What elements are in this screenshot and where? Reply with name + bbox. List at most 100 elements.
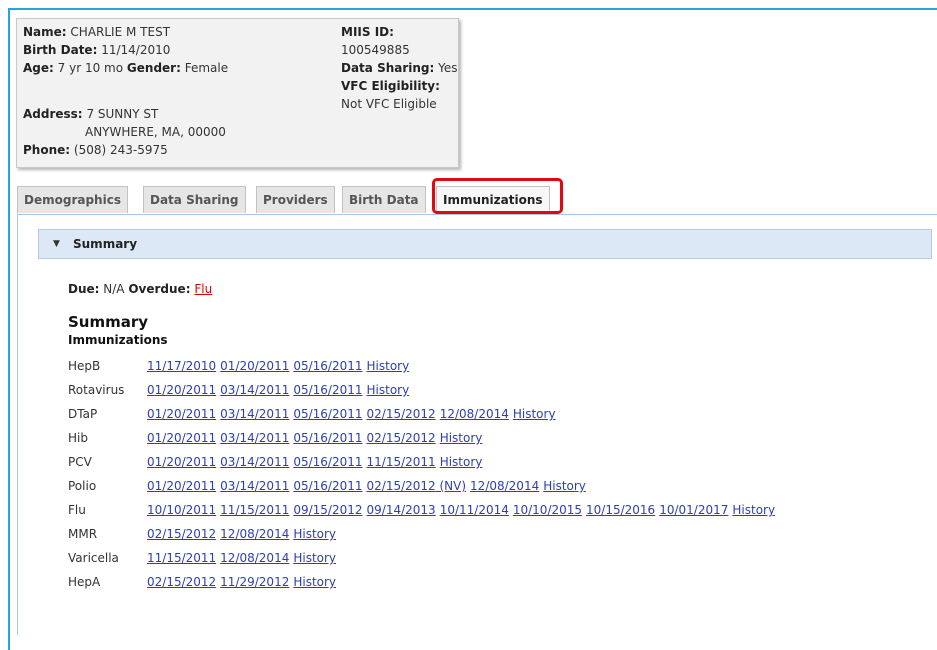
vaccine-name: Varicella [68,551,119,565]
tab-highlight-outline [432,178,563,214]
history-link[interactable]: History [440,431,483,445]
vaccine-name: MMR [68,527,98,541]
vaccine-name: Hib [68,431,88,445]
dose-date-link[interactable]: 05/16/2011 [293,407,362,421]
dose-date-link[interactable]: 01/20/2011 [147,383,216,397]
history-link[interactable]: History [367,383,410,397]
vaccine-dates: 11/15/2011 12/08/2014 History [147,549,340,567]
content-left-border [17,214,18,635]
history-link[interactable]: History [293,575,336,589]
dose-date-link[interactable]: 01/20/2011 [220,359,289,373]
vaccine-name: HepB [68,359,101,373]
tab-divider [17,214,937,215]
dose-date-link[interactable]: 01/20/2011 [147,407,216,421]
tab-providers[interactable]: Providers [256,186,335,213]
dose-date-link[interactable]: 10/15/2016 [586,503,655,517]
patient-name: CHARLIE M TEST [70,25,171,39]
dose-date-link[interactable]: 12/08/2014 [440,407,509,421]
vaccine-name: HepA [68,575,101,589]
history-link[interactable]: History [732,503,775,517]
history-link[interactable]: History [293,527,336,541]
address-line2: ANYWHERE, MA, 00000 [85,125,226,139]
dose-date-link[interactable]: 03/14/2011 [220,455,289,469]
phone-value: (508) 243-5975 [73,143,168,157]
dose-date-link[interactable]: 10/11/2014 [440,503,509,517]
gender-value: Female [184,61,229,75]
tab-birth-data[interactable]: Birth Data [342,186,426,213]
patient-info-panel: Name: CHARLIE M TEST Birth Date: 11/14/2… [16,18,459,168]
patient-info-right: MIIS ID: 100549885 Data Sharing: Yes VFC… [341,23,458,113]
data-sharing-label: Data Sharing: [341,61,435,75]
history-link[interactable]: History [367,359,410,373]
dose-date-link[interactable]: 05/16/2011 [293,455,362,469]
summary-header-label: Summary [73,237,138,251]
dose-date-link[interactable]: 03/14/2011 [220,479,289,493]
history-link[interactable]: History [440,455,483,469]
vaccine-dates: 02/15/2012 11/29/2012 History [147,573,340,591]
vaccine-name: PCV [68,455,92,469]
dose-date-link[interactable]: 01/20/2011 [147,479,216,493]
summary-accordion-header[interactable]: ▼ Summary [38,229,932,259]
birth-date-label: Birth Date: [23,43,98,57]
address-label: Address: [23,107,83,121]
tab-data-sharing[interactable]: Data Sharing [143,186,246,213]
dose-date-link[interactable]: 01/20/2011 [147,455,216,469]
dose-date-link[interactable]: 11/29/2012 [220,575,289,589]
vfc-label: VFC Eligibility: [341,79,440,93]
vaccine-name: Flu [68,503,86,517]
dose-date-link[interactable]: 10/10/2011 [147,503,216,517]
history-link[interactable]: History [543,479,586,493]
phone-label: Phone: [23,143,71,157]
immunizations-subtitle: Immunizations [68,333,168,347]
patient-address: Address: 7 SUNNY ST ANYWHERE, MA, 00000 … [23,105,226,159]
dose-date-link[interactable]: 10/10/2015 [513,503,582,517]
dose-date-link[interactable]: 05/16/2011 [293,383,362,397]
dose-date-link[interactable]: 11/15/2011 [367,455,436,469]
miis-id: 100549885 [341,43,410,57]
dose-date-link[interactable]: 05/16/2011 [293,359,362,373]
dose-date-link[interactable]: 10/01/2017 [659,503,728,517]
history-link[interactable]: History [513,407,556,421]
dose-date-link[interactable]: 02/15/2012 [147,575,216,589]
dose-date-link[interactable]: 09/14/2013 [367,503,436,517]
dose-date-link[interactable]: 01/20/2011 [147,431,216,445]
vaccine-dates: 01/20/2011 03/14/2011 05/16/2011 11/15/2011… [147,453,486,471]
due-label: Due: [68,282,100,296]
dose-date-link[interactable]: 12/08/2014 [470,479,539,493]
birth-date: 11/14/2010 [101,43,171,57]
overdue-label: Overdue: [128,282,191,296]
dose-date-link[interactable]: 11/15/2011 [220,503,289,517]
vaccine-dates: 01/20/2011 03/14/2011 05/16/2011 History [147,381,413,399]
overdue-flu-link[interactable]: Flu [194,282,212,296]
dose-date-link[interactable]: 11/15/2011 [147,551,216,565]
vaccine-dates: 01/20/2011 03/14/2011 05/16/2011 02/15/2012… [147,477,590,495]
dose-date-link[interactable]: 12/08/2014 [220,527,289,541]
due-value: N/A [103,282,125,296]
data-sharing-value: Yes [438,61,458,75]
summary-title: Summary [68,313,149,331]
vfc-value: Not VFC Eligible [341,97,437,111]
dose-date-link[interactable]: 09/15/2012 [293,503,362,517]
dose-date-link[interactable]: 02/15/2012 (NV) [367,479,467,493]
history-link[interactable]: History [293,551,336,565]
vaccine-name: DTaP [68,407,98,421]
gender-label: Gender: [126,61,181,75]
tab-demographics[interactable]: Demographics [17,186,128,213]
dose-date-link[interactable]: 03/14/2011 [220,431,289,445]
age-label: Age: [23,61,54,75]
vaccine-dates: 01/20/2011 03/14/2011 05/16/2011 02/15/2012… [147,405,560,423]
miis-id-label: MIIS ID: [341,25,394,39]
dose-date-link[interactable]: 03/14/2011 [220,383,289,397]
vaccine-dates: 11/17/2010 01/20/2011 05/16/2011 History [147,357,413,375]
dose-date-link[interactable]: 02/15/2012 [367,407,436,421]
dose-date-link[interactable]: 05/16/2011 [293,479,362,493]
dose-date-link[interactable]: 11/17/2010 [147,359,216,373]
dose-date-link[interactable]: 03/14/2011 [220,407,289,421]
dose-date-link[interactable]: 05/16/2011 [293,431,362,445]
name-label: Name: [23,25,67,39]
dose-date-link[interactable]: 12/08/2014 [220,551,289,565]
dose-date-link[interactable]: 02/15/2012 [367,431,436,445]
vaccine-dates: 01/20/2011 03/14/2011 05/16/2011 02/15/2012… [147,429,486,447]
vaccine-name: Polio [68,479,97,493]
dose-date-link[interactable]: 02/15/2012 [147,527,216,541]
